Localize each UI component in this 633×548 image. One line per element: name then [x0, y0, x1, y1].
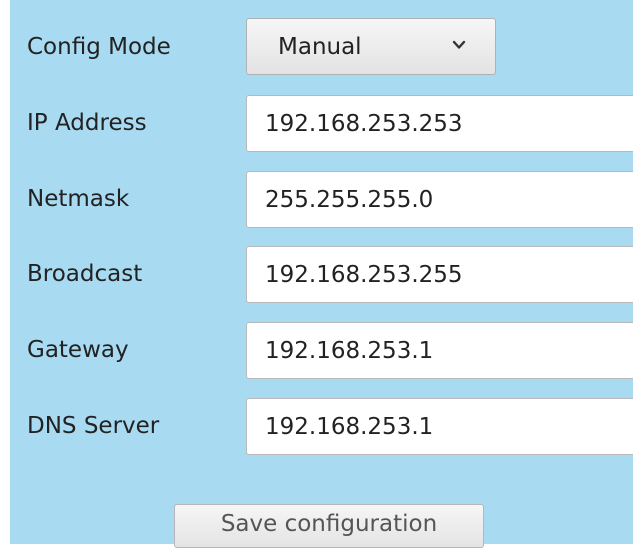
- dns-server-field[interactable]: [246, 398, 633, 455]
- ip-address-label: IP Address: [27, 110, 147, 136]
- gateway-label: Gateway: [27, 337, 129, 363]
- network-config-panel: Config Mode Manual IP Address Netmask Br…: [10, 0, 633, 548]
- netmask-label: Netmask: [27, 186, 130, 212]
- ip-address-field[interactable]: [246, 95, 633, 152]
- dns-server-label: DNS Server: [27, 413, 160, 439]
- gateway-field[interactable]: [246, 322, 633, 379]
- config-mode-select[interactable]: Manual: [246, 18, 496, 75]
- chevron-down-icon: [452, 40, 466, 49]
- netmask-field[interactable]: [246, 171, 633, 228]
- config-mode-label: Config Mode: [27, 34, 171, 60]
- config-mode-value: Manual: [278, 34, 362, 60]
- save-configuration-button[interactable]: Save configuration: [174, 504, 484, 548]
- broadcast-label: Broadcast: [27, 261, 143, 287]
- broadcast-field[interactable]: [246, 246, 633, 303]
